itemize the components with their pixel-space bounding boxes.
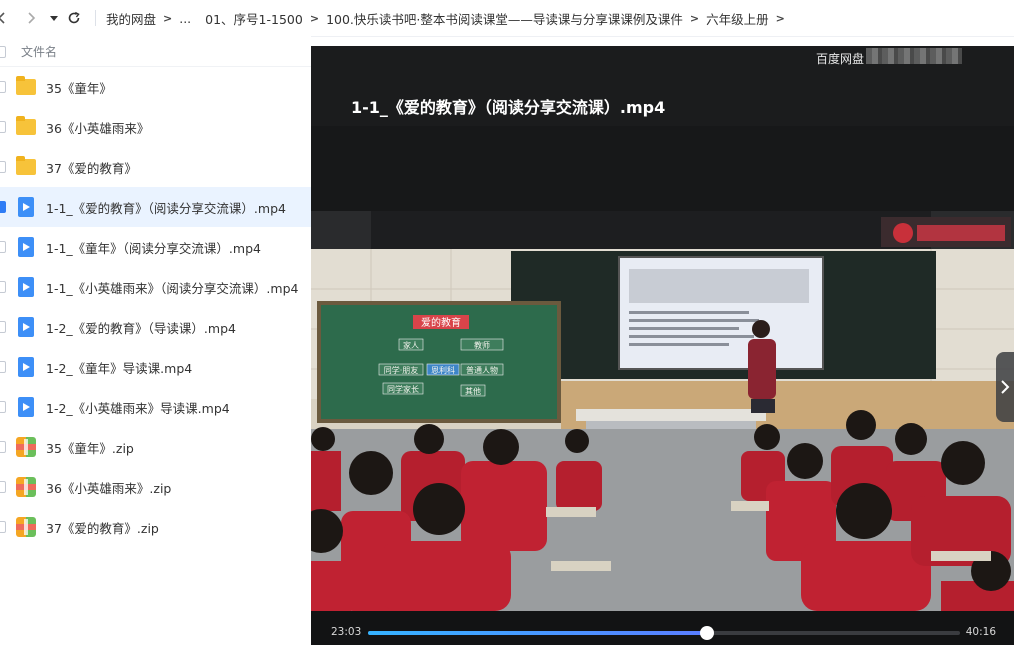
zip-file-icon <box>16 437 36 457</box>
breadcrumb-current-folder[interactable]: 六年级上册 <box>706 9 769 28</box>
video-title: 1-1_《爱的教育》（阅读分享交流课）.mp4 <box>351 98 666 117</box>
top-nav-bar: 我的网盘 > ... 01、序号1-1500 > 100.快乐读书吧·整本书阅读… <box>0 0 1014 37</box>
row-checkbox[interactable] <box>0 361 6 373</box>
history-dropdown-button[interactable] <box>44 8 64 28</box>
file-list: 文件名 35《童年》 36《小英雄雨来》 37《爱的教育》 1-1_《爱的教育》… <box>0 36 311 645</box>
breadcrumb-course-folder[interactable]: 100.快乐读书吧·整本书阅读课堂——导读课与分享课课例及课件 <box>326 9 683 28</box>
file-name: 35《童年》.zip <box>46 440 134 456</box>
refresh-icon <box>68 11 80 24</box>
board-cell-text: 同学家长 <box>387 384 419 394</box>
file-name: 1-2_《小英雄雨来》导读课.mp4 <box>46 400 230 416</box>
file-name: 36《小英雄雨来》 <box>46 120 150 136</box>
row-checkbox[interactable] <box>0 161 6 173</box>
video-frame[interactable]: 爱的教育 家人 教师 同学·朋友 恩利科 普通人物 同学家长 其他 <box>311 211 1014 611</box>
chevron-left-icon <box>0 12 5 24</box>
file-name: 37《爱的教育》 <box>46 160 137 176</box>
row-checkbox[interactable] <box>0 241 6 253</box>
folder-icon <box>16 116 36 137</box>
progress-fill <box>368 631 707 635</box>
file-row[interactable]: 1-1_《小英雄雨来》（阅读分享交流课）.mp4 <box>0 267 311 307</box>
board-cell-text: 普通人物 <box>466 365 498 375</box>
row-checkbox-checked[interactable] <box>0 201 6 213</box>
file-row[interactable]: 35《童年》 <box>0 67 311 107</box>
zip-file-icon <box>16 517 36 537</box>
playback-controls: 23:03 40:16 <box>311 611 1014 645</box>
watermark-text: 百度网盘 <box>815 52 864 66</box>
chevron-right-icon <box>28 12 36 24</box>
breadcrumb: 我的网盘 > ... 01、序号1-1500 > 100.快乐读书吧·整本书阅读… <box>106 0 792 36</box>
file-list-header: 文件名 <box>0 36 311 67</box>
board-cell-text: 其他 <box>465 386 481 396</box>
current-time: 23:03 <box>331 626 362 638</box>
refresh-button[interactable] <box>64 8 84 28</box>
breadcrumb-separator-icon: > <box>689 11 700 25</box>
row-checkbox[interactable] <box>0 281 6 293</box>
video-file-icon <box>16 237 36 257</box>
video-file-icon <box>16 197 36 217</box>
file-name: 37《爱的教育》.zip <box>46 520 159 536</box>
select-all-checkbox[interactable] <box>0 46 6 58</box>
video-file-icon <box>16 277 36 297</box>
file-row[interactable]: 1-2_《童年》导读课.mp4 <box>0 347 311 387</box>
file-name: 1-1_《爱的教育》（阅读分享交流课）.mp4 <box>46 200 286 216</box>
forward-button[interactable] <box>21 8 41 28</box>
zip-file-icon <box>16 477 36 497</box>
board-cell-text: 家人 <box>403 340 419 350</box>
classroom-scene-image: 爱的教育 家人 教师 同学·朋友 恩利科 普通人物 同学家长 其他 <box>311 211 1014 611</box>
caret-down-icon <box>50 16 58 21</box>
file-row[interactable]: 35《童年》.zip <box>0 427 311 467</box>
file-name: 36《小英雄雨来》.zip <box>46 480 172 496</box>
file-row[interactable]: 1-2_《爱的教育》（导读课）.mp4 <box>0 307 311 347</box>
file-row-selected[interactable]: 1-1_《爱的教育》（阅读分享交流课）.mp4 <box>0 187 311 227</box>
folder-icon <box>16 76 36 97</box>
file-row[interactable]: 1-1_《童年》（阅读分享交流课）.mp4 <box>0 227 311 267</box>
progress-track[interactable] <box>368 626 960 640</box>
file-row[interactable]: 37《爱的教育》.zip <box>0 507 311 547</box>
chevron-right-icon <box>1001 380 1010 394</box>
video-file-icon <box>16 357 36 377</box>
video-file-icon <box>16 397 36 417</box>
board-heading: 爱的教育 <box>421 316 461 329</box>
row-checkbox[interactable] <box>0 81 6 93</box>
file-name: 1-1_《童年》（阅读分享交流课）.mp4 <box>46 240 261 256</box>
video-file-icon <box>16 317 36 337</box>
board-cell-text: 教师 <box>474 340 490 350</box>
file-row[interactable]: 1-2_《小英雄雨来》导读课.mp4 <box>0 387 311 427</box>
row-checkbox[interactable] <box>0 121 6 133</box>
row-checkbox[interactable] <box>0 441 6 453</box>
breadcrumb-separator-icon: > <box>309 11 320 25</box>
row-checkbox[interactable] <box>0 321 6 333</box>
breadcrumb-separator-icon: > <box>163 11 173 25</box>
file-row[interactable]: 36《小英雄雨来》 <box>0 107 311 147</box>
column-header-filename[interactable]: 文件名 <box>21 43 57 60</box>
row-checkbox[interactable] <box>0 521 6 533</box>
file-name: 1-1_《小英雄雨来》（阅读分享交流课）.mp4 <box>46 280 299 296</box>
board-cell-text: 同学·朋友 <box>384 365 419 375</box>
board-cell-text: 恩利科 <box>431 365 455 375</box>
file-row[interactable]: 37《爱的教育》 <box>0 147 311 187</box>
player-title-bar: 百度网盘 1-1_《爱的教育》（阅读分享交流课）.mp4 <box>311 46 1014 126</box>
breadcrumb-separator-icon: > <box>775 11 785 25</box>
progress-handle[interactable] <box>699 626 714 640</box>
video-player[interactable]: 百度网盘 1-1_《爱的教育》（阅读分享交流课）.mp4 爱的教育 家人 教师 … <box>311 46 1014 645</box>
folder-icon <box>16 156 36 177</box>
file-name: 1-2_《爱的教育》（导读课）.mp4 <box>46 320 236 336</box>
breadcrumb-ellipsis[interactable]: ... <box>179 11 191 26</box>
breadcrumb-root[interactable]: 我的网盘 <box>106 9 156 28</box>
toolbar-divider <box>95 10 96 26</box>
row-checkbox[interactable] <box>0 401 6 413</box>
file-name: 1-2_《童年》导读课.mp4 <box>46 360 193 376</box>
next-video-button[interactable] <box>996 352 1014 422</box>
row-checkbox[interactable] <box>0 481 6 493</box>
breadcrumb-range-folder[interactable]: 01、序号1-1500 <box>205 9 303 28</box>
blurred-user-info <box>866 48 962 64</box>
back-button[interactable] <box>0 8 12 28</box>
file-row[interactable]: 36《小英雄雨来》.zip <box>0 467 311 507</box>
total-time: 40:16 <box>965 626 996 638</box>
file-name: 35《童年》 <box>46 80 112 96</box>
